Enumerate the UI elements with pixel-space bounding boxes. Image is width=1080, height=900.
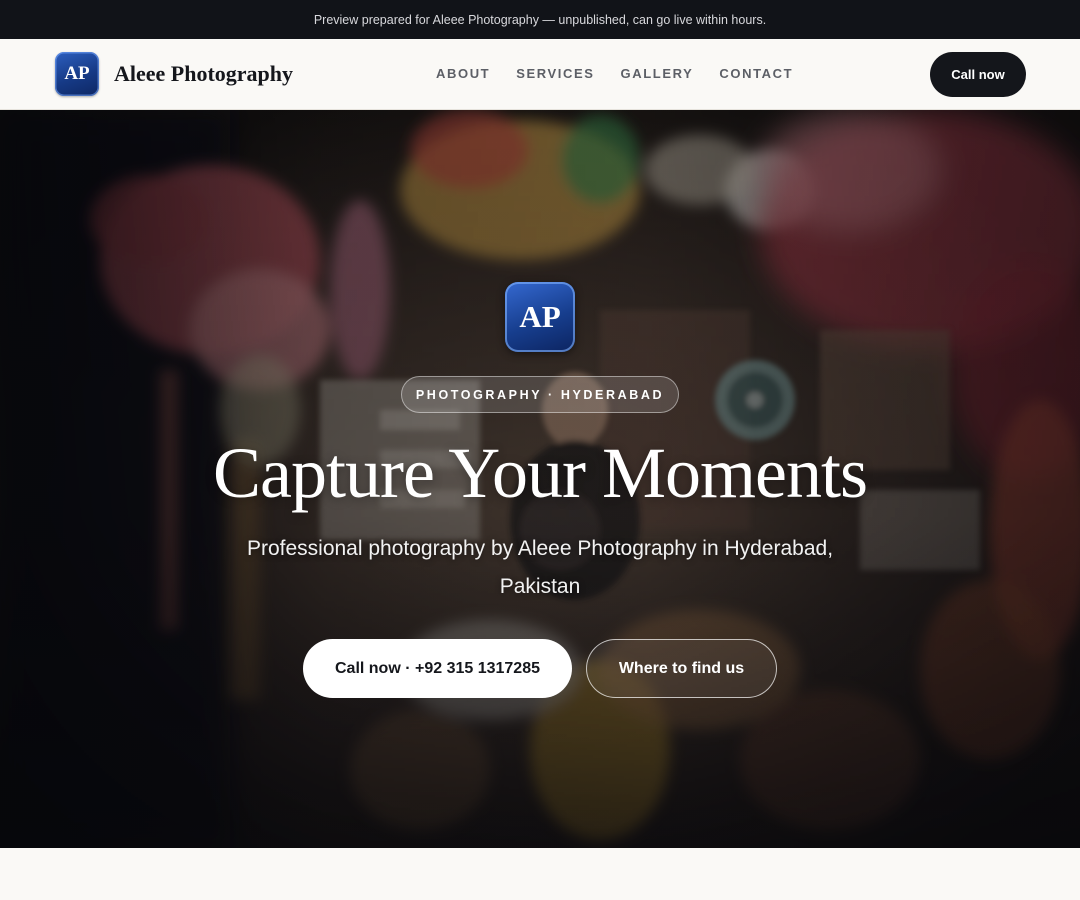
nav-services[interactable]: SERVICES — [516, 66, 594, 81]
hero-section: AP PHOTOGRAPHY · HYDERABAD Capture Your … — [0, 110, 1080, 848]
nav-contact[interactable]: CONTACT — [719, 66, 793, 81]
site-header: AP Aleee Photography ABOUT SERVICES GALL… — [0, 39, 1080, 110]
hero-title: Capture Your Moments — [212, 433, 868, 513]
preview-banner: Preview prepared for Aleee Photography —… — [0, 0, 1080, 39]
hero-call-button[interactable]: Call now · +92 315 1317285 — [303, 639, 572, 698]
nav-about[interactable]: ABOUT — [436, 66, 490, 81]
hero-logo: AP — [505, 282, 575, 352]
brand-name: Aleee Photography — [114, 61, 294, 86]
hero-subtitle: Professional photography by Aleee Photog… — [246, 537, 834, 598]
hero-tag-text: PHOTOGRAPHY · HYDERABAD — [415, 387, 665, 402]
brand-logo: AP — [55, 52, 99, 96]
hero-content: AP PHOTOGRAPHY · HYDERABAD Capture Your … — [0, 110, 1080, 848]
brand[interactable]: AP Aleee Photography — [55, 52, 293, 96]
preview-banner-text: Preview prepared for Aleee Photography —… — [313, 12, 767, 27]
hero-tag-pill: PHOTOGRAPHY · HYDERABAD — [401, 376, 679, 413]
hero-logo-text: AP — [519, 299, 561, 334]
brand-logo-text: AP — [64, 63, 90, 84]
header-call-button[interactable]: Call now — [930, 52, 1026, 97]
main-nav: ABOUT SERVICES GALLERY CONTACT — [436, 66, 793, 81]
nav-gallery[interactable]: GALLERY — [621, 66, 694, 81]
hero-find-us-button[interactable]: Where to find us — [586, 639, 777, 698]
